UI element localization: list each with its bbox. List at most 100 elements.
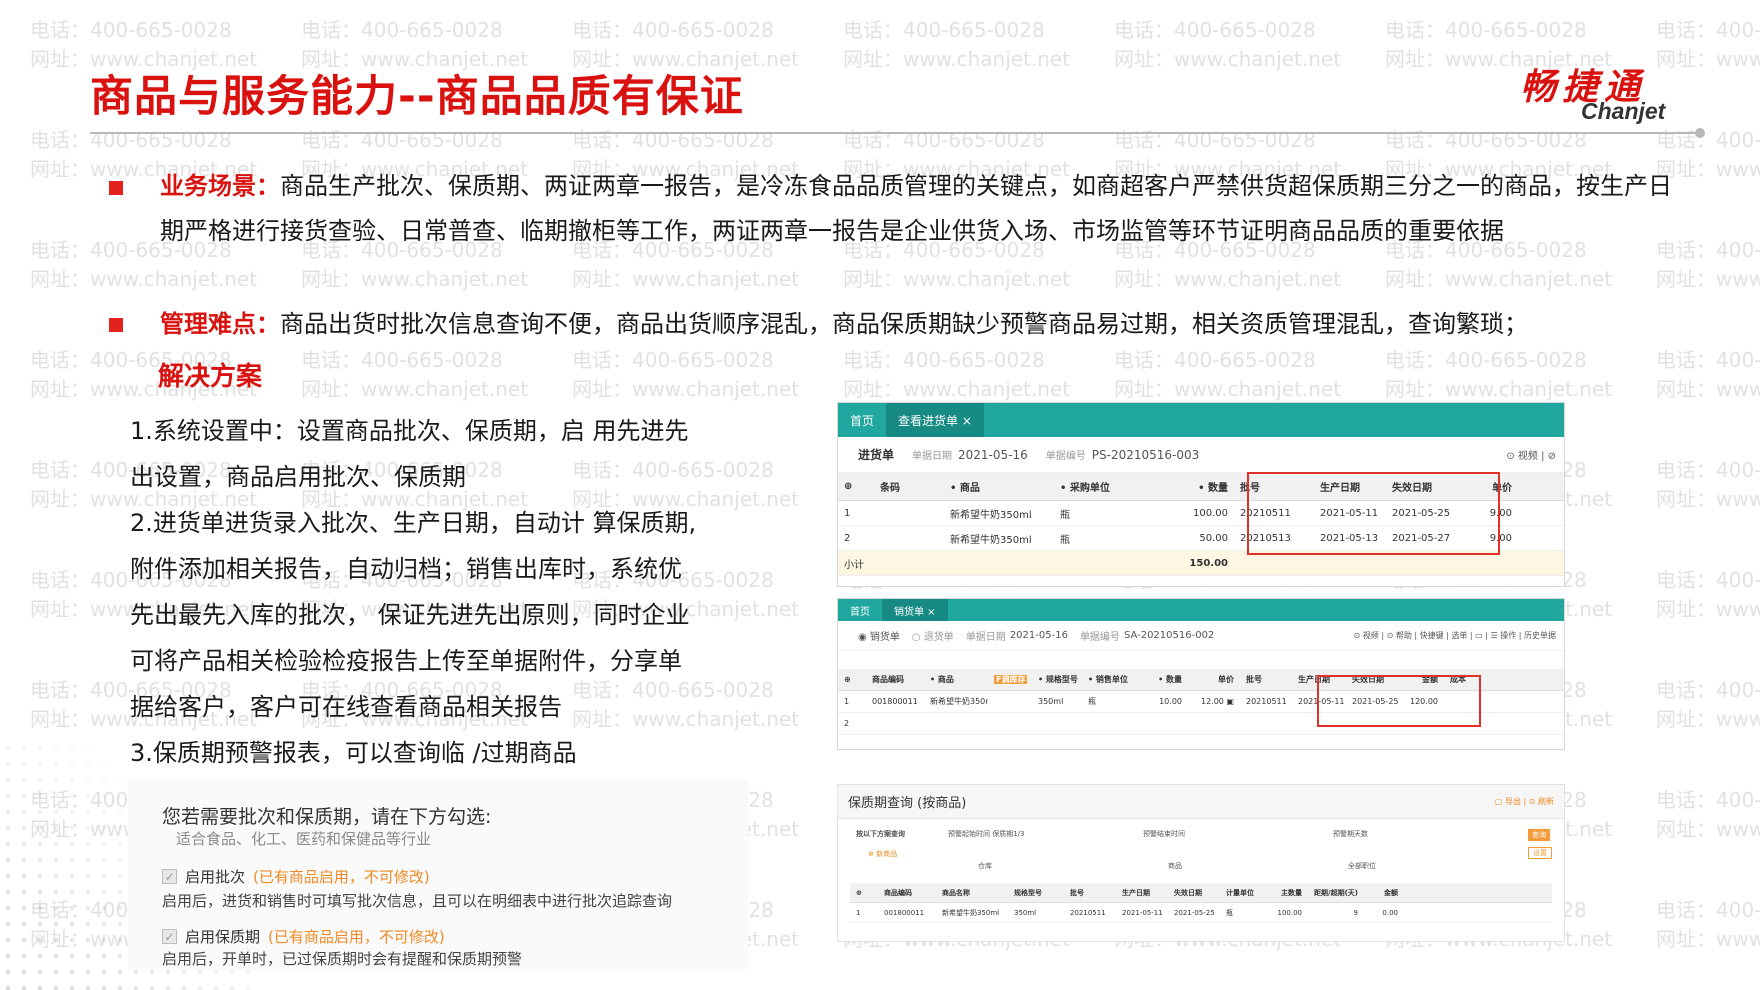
stock-tag[interactable]: F调库存 (994, 675, 1028, 684)
grid-col-header: ⊕ (844, 481, 853, 492)
watermark-phone: 电话：400-665-0028 (1656, 348, 1760, 372)
grid-col-header: 条码 (880, 483, 900, 494)
sales-tools[interactable]: ⊙ 视频 | ⊙ 帮助 | 快捷键 | 选单 | ▭ | ☰ 操作 | 历史单据 (1354, 630, 1556, 641)
watermark-phone: 电话：400-665-0028 (1114, 18, 1316, 42)
watermark-text: 电话：400-665-0028 网址：www.chanjet.net (1114, 16, 1341, 74)
watermark-phone: 电话：400-665-0028 (843, 348, 1045, 372)
filter-field[interactable]: 全部职位 (1348, 861, 1376, 871)
filter-field[interactable]: 商品 (1168, 861, 1182, 871)
grid-col-header: F调库存 (988, 674, 1032, 685)
grid-col-header: ⊕ (856, 888, 862, 897)
solution-line: 出设置，商品启用批次、保质期 (130, 463, 466, 491)
enable-batch-checkbox[interactable]: ✓ (162, 869, 177, 884)
grid-cell: 瓶 (1060, 534, 1070, 546)
sales-date: 2021-05-16 (1009, 630, 1068, 641)
new-product-tag[interactable]: ⊕ 新商品 (868, 849, 897, 859)
grid-cell: 9 (1353, 908, 1358, 917)
watermark-phone: 电话：400-665-0028 (1656, 568, 1760, 592)
title-divider-dot (1695, 128, 1705, 138)
bullet-square-icon (109, 318, 123, 332)
sales-no: SA-20210516-002 (1123, 630, 1215, 641)
watermark-text: 电话：400-665-0028 网址：www.chanjet.net (1385, 346, 1612, 404)
watermark-site: 网址：www.chanjet.net (1656, 377, 1760, 401)
grid-col-header: 商品编码 (884, 888, 912, 897)
watermark-text: 电话：400-665-0028 网址：www.chanjet.net (843, 346, 1070, 404)
watermark-text: 电话：400-665-0028 网址：www.chanjet.net (1656, 786, 1760, 844)
watermark-site: 网址：www.chanjet.net (1385, 267, 1613, 291)
purchase-order-screenshot: 首页 查看进货单 × 进货单 单据日期 2021-05-16 单据编号 PS-2… (837, 402, 1565, 587)
settings-subtitle: 适合食品、化工、医药和保健品等行业 (176, 830, 432, 848)
filter-field[interactable]: 预警结束时间 (1143, 829, 1185, 839)
batch-settings-panel: 您若需要批次和保质期，请在下方勾选: 适合食品、化工、医药和保健品等行业 ✓ 启… (128, 780, 748, 970)
scenario-paragraph: 业务场景：商品生产批次、保质期、两证两章一报告，是冷冻食品品质管理的关键点，如商… (160, 164, 1680, 254)
watermark-site: 网址：www.chanjet.net (1114, 377, 1342, 401)
filter-field[interactable]: 预警期天数 (1333, 829, 1368, 839)
grid-col-header: • 规格型号 (1038, 675, 1078, 684)
expiry-report-title: 保质期查询 (按商品) (848, 796, 967, 811)
expiry-report-tools[interactable]: ▢ 导出 | ⊙ 刷新 (1495, 796, 1554, 807)
enable-batch-label: 启用批次 (185, 868, 246, 886)
grid-cell: 瓶 (1060, 509, 1070, 521)
grid-cell: 1 (844, 697, 850, 706)
watermark-phone: 电话：400-665-0028 (843, 128, 1045, 152)
tab-home[interactable]: 首页 (838, 599, 882, 621)
grid-cell: 100.00 (1277, 908, 1303, 917)
tab-sales-order[interactable]: 销货单 × (882, 599, 948, 621)
watermark-site: 网址：www.chanjet.net (843, 267, 1071, 291)
expiry-report-titlebar: 保质期查询 (按商品) ▢ 导出 | ⊙ 刷新 (838, 785, 1564, 819)
solution-text: 1.系统设置中：设置商品批次、保质期，启 用先进先 出设置，商品启用批次、保质期… (130, 408, 740, 776)
sales-tabbar: 首页 销货单 × (838, 599, 1564, 621)
watermark-phone: 电话：400-665-0028 (301, 18, 503, 42)
sales-return-type[interactable]: ○ 退货单 (912, 628, 954, 643)
tab-view-purchase[interactable]: 查看进货单 × (886, 403, 984, 437)
grid-cell: 50.00 (1199, 532, 1228, 544)
solution-line: 据给客户，客户可在线查看商品相关报告 (130, 693, 562, 721)
grid-cell: 2021-05-11 (1122, 908, 1163, 917)
grid-cell: 0.00 (1382, 908, 1398, 917)
watermark-phone: 电话：400-665-0028 (1385, 128, 1587, 152)
bullet-square-icon (109, 181, 123, 195)
subtotal-label: 小计 (844, 559, 864, 571)
watermark-phone: 电话：400-665-0028 (572, 128, 774, 152)
filter-field[interactable]: 仓库 (978, 861, 992, 871)
tab-home[interactable]: 首页 (838, 403, 886, 437)
purchase-tools[interactable]: ⊙ 视频 | ⊘ (1506, 447, 1556, 462)
grid-col-header: 金额 (1384, 888, 1398, 897)
watermark-phone: 电话：400-665-0028 (572, 18, 774, 42)
purchase-date-label: 单据日期 (912, 451, 953, 462)
watermark-text: 电话：400-665-0028 网址：www.chanjet.net (843, 16, 1070, 74)
grid-col-header: 计量单位 (1226, 888, 1254, 897)
sales-doc-type[interactable]: ◉ 销货单 (858, 628, 900, 643)
solution-line: 3.保质期预警报表，可以查询临 /过期商品 (130, 739, 577, 767)
table-row[interactable]: 1 001800011 新希望牛奶350ml 350ml 20210511 20… (850, 903, 1552, 923)
grid-cell: 20210511 (1070, 908, 1106, 917)
enable-batch-hint: (已有商品启用，不可修改) (253, 868, 430, 886)
query-button[interactable]: 查询 (1528, 829, 1550, 841)
grid-col-header: 商品名称 (942, 888, 970, 897)
grid-col-header: • 数量 (1158, 675, 1182, 684)
enable-batch-row: ✓ 启用批次 (已有商品启用，不可修改) (162, 866, 430, 887)
grid-cell: 新希望牛奶350ml (942, 908, 1000, 917)
watermark-site: 网址：www.chanjet.net (1114, 267, 1342, 291)
watermark-text: 电话：400-665-0028 网址：www.chanjet.net (572, 346, 799, 404)
watermark-text: 电话：400-665-0028 网址：www.chanjet.net (1656, 676, 1760, 734)
watermark-phone: 电话：400-665-0028 (301, 348, 503, 372)
sales-order-screenshot: 首页 销货单 × ◉ 销货单 ○ 退货单 单据日期 2021-05-16 单据编… (837, 598, 1565, 750)
grid-cell: 瓶 (1088, 697, 1096, 706)
watermark-phone: 电话：400-665-0028 (1385, 348, 1587, 372)
grid-col-header: • 商品 (930, 675, 954, 684)
enable-expiry-checkbox[interactable]: ✓ (162, 929, 177, 944)
scenario-label: 业务场景： (160, 172, 280, 200)
purchase-no-label: 单据编号 (1045, 451, 1086, 462)
grid-cell: 新希望牛奶350ml (930, 697, 988, 706)
grid-cell: 1 (856, 908, 861, 917)
enable-expiry-label: 启用保质期 (185, 928, 261, 946)
watermark-phone: 电话：400-665-0028 (1656, 18, 1760, 42)
filter-field[interactable]: 预警起始时间 保质期1/3 (948, 829, 1025, 839)
settings-button[interactable]: 设置 (1528, 847, 1552, 859)
watermark-text: 电话：400-665-0028 网址：www.chanjet.net (1656, 346, 1760, 404)
enable-batch-desc: 启用后，进货和销售时可填写批次信息，且可以在明细表中进行批次追踪查询 (162, 892, 673, 910)
watermark-site: 网址：www.chanjet.net (1656, 487, 1760, 511)
grid-col-header: 规格型号 (1014, 888, 1042, 897)
purchase-docbar: 进货单 单据日期 2021-05-16 单据编号 PS-20210516-003… (838, 437, 1564, 473)
